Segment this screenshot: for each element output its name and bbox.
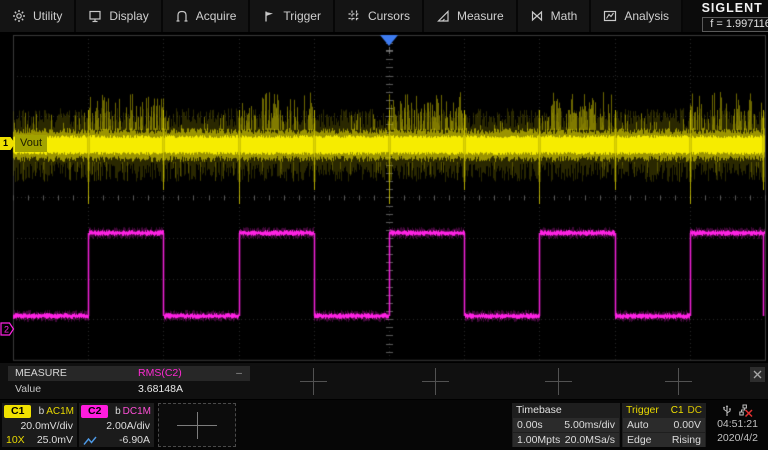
add-channel-slot[interactable] bbox=[158, 403, 236, 447]
trigger-box[interactable]: Trigger C1 DC Auto 0.00V Edge Rising bbox=[622, 403, 706, 447]
oscilloscope-app: Utility Display Acquire Trigger Cursors … bbox=[0, 0, 768, 450]
trigger-frequency-readout: f = 1.997116kHz bbox=[702, 16, 768, 32]
status-bar: C1 b AC1M 20.0mV/div 10X 25.0mV C2 b DC1… bbox=[0, 400, 768, 450]
display-icon bbox=[89, 10, 101, 23]
menu-item-label: Utility bbox=[33, 9, 63, 23]
timebase-scale: 5.00ms/div bbox=[564, 419, 615, 431]
trigger-source: C1 bbox=[670, 405, 684, 416]
trigger-slope: Rising bbox=[671, 434, 701, 446]
collapse-measure-button[interactable]: – bbox=[236, 366, 242, 381]
menu-item-acquire[interactable]: Acquire bbox=[162, 0, 249, 32]
timebase-title: Timebase bbox=[516, 404, 562, 416]
siglent-logo: SIGLENT bbox=[701, 1, 763, 15]
channel1-label: Vout bbox=[15, 135, 48, 152]
channel2-scale: 2.00A/div bbox=[106, 420, 150, 432]
analysis-icon bbox=[604, 10, 617, 22]
menu-item-label: Trigger bbox=[283, 9, 321, 23]
measure-panel: MEASURE RMS(C2) – Value 3.68148A bbox=[0, 363, 768, 399]
channel1-coupling: AC1M bbox=[46, 406, 74, 417]
channel2-badge: C2 bbox=[81, 405, 109, 418]
measurement-value: 3.68148A bbox=[138, 383, 183, 395]
menu-item-label: Acquire bbox=[195, 9, 237, 23]
close-measure-panel-button[interactable] bbox=[750, 367, 765, 382]
timebase-delay: 0.00s bbox=[517, 419, 543, 431]
add-measurement-slot-1[interactable] bbox=[300, 368, 327, 395]
measure-header-row: MEASURE RMS(C2) – bbox=[8, 366, 250, 381]
menu-item-trigger[interactable]: Trigger bbox=[250, 0, 333, 32]
clock-box: 04:51:21 2020/4/2 bbox=[709, 403, 766, 447]
channel2-info-box[interactable]: C2 b DC1M 2.00A/div -6.90A bbox=[79, 403, 154, 447]
menu-item-measure[interactable]: Measure bbox=[423, 0, 516, 32]
usb-icon bbox=[723, 404, 731, 416]
add-measurement-slot-2[interactable] bbox=[422, 368, 449, 395]
cursors-icon bbox=[348, 10, 360, 22]
menu-item-utility[interactable]: Utility bbox=[0, 0, 75, 32]
close-icon bbox=[753, 370, 762, 379]
menu-item-label: Display bbox=[109, 9, 149, 23]
channel1-bandwidth-flag: b bbox=[38, 406, 45, 417]
channel2-bandwidth-flag: b bbox=[115, 406, 121, 417]
value-row-label: Value bbox=[15, 383, 42, 395]
timebase-memory: 1.00Mpts bbox=[517, 434, 561, 446]
svg-text:2: 2 bbox=[4, 325, 9, 335]
channel1-info-box[interactable]: C1 b AC1M 20.0mV/div 10X 25.0mV bbox=[2, 403, 77, 447]
menu-item-label: Measure bbox=[456, 9, 504, 23]
trigger-level: 0.00V bbox=[673, 419, 701, 431]
timebase-samplerate: 20.0MSa/s bbox=[564, 434, 615, 446]
trigger-flag-icon bbox=[265, 11, 274, 22]
measurement-slot-name[interactable]: RMS(C2) bbox=[138, 366, 182, 381]
waveform-canvas[interactable] bbox=[0, 32, 768, 363]
waveform-display: 1 Vout 2 bbox=[0, 32, 768, 363]
menu-item-label: Cursors bbox=[367, 9, 410, 23]
time-display: 04:51:21 bbox=[717, 418, 758, 430]
channel2-position-marker[interactable]: 2 bbox=[0, 322, 15, 336]
menu-item-analysis[interactable]: Analysis bbox=[591, 0, 682, 32]
menu-item-cursors[interactable]: Cursors bbox=[334, 0, 422, 32]
menu-item-label: Analysis bbox=[624, 9, 670, 23]
gear-icon bbox=[13, 10, 25, 22]
channel1-attenuation: 10X bbox=[6, 434, 25, 446]
trigger-coupling: DC bbox=[687, 405, 702, 416]
channel2-coupling: DC1M bbox=[122, 406, 151, 417]
channel1-offset: 25.0mV bbox=[36, 434, 73, 446]
measure-panel-title: MEASURE bbox=[15, 367, 67, 379]
menu-item-math[interactable]: Math bbox=[517, 0, 590, 32]
trigger-mode: Auto bbox=[627, 419, 649, 431]
math-icon bbox=[531, 10, 542, 22]
menu-bar: Utility Display Acquire Trigger Cursors … bbox=[0, 0, 768, 32]
acquire-icon bbox=[176, 10, 188, 22]
trigger-title: Trigger bbox=[626, 404, 659, 416]
lan-disconnected-icon bbox=[739, 404, 753, 417]
measure-value-row: Value 3.68148A bbox=[8, 382, 408, 397]
channel1-scale: 20.0mV/div bbox=[20, 420, 73, 432]
add-measurement-slot-3[interactable] bbox=[545, 368, 572, 395]
menu-item-display[interactable]: Display bbox=[76, 0, 161, 32]
timebase-box[interactable]: Timebase 0.00s 5.00ms/div 1.00Mpts 20.0M… bbox=[512, 403, 620, 447]
channel2-offset: -6.90A bbox=[119, 434, 150, 446]
brand-block: SIGLENT Trig'd f = 1.997116kHz bbox=[683, 0, 768, 32]
current-probe-icon bbox=[83, 436, 97, 445]
trigger-type: Edge bbox=[627, 434, 652, 446]
plus-icon bbox=[197, 412, 198, 439]
add-measurement-slot-4[interactable] bbox=[665, 368, 692, 395]
menu-item-label: Math bbox=[550, 9, 578, 23]
channel1-badge: C1 bbox=[4, 405, 32, 418]
date-display: 2020/4/2 bbox=[717, 432, 758, 444]
measure-icon bbox=[437, 10, 449, 22]
